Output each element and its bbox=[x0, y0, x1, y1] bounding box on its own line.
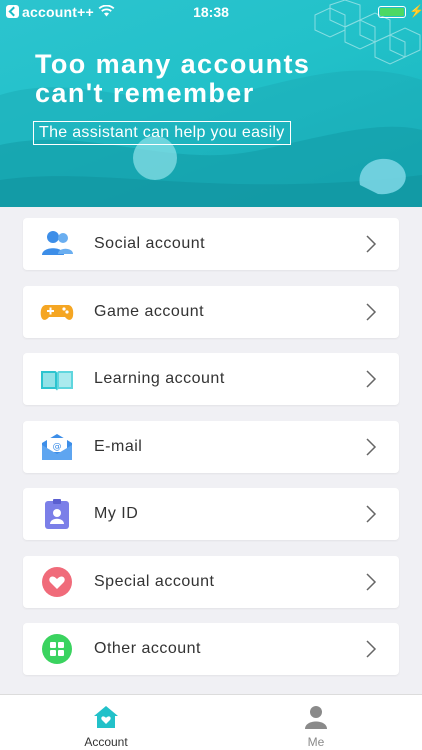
chevron-right-icon bbox=[366, 235, 377, 253]
header-banner: account++ 18:38 ⚡ Too many accounts can'… bbox=[0, 0, 422, 207]
heart-icon bbox=[42, 566, 72, 597]
people-icon bbox=[42, 231, 73, 255]
bottom-tab-bar: Account Me bbox=[0, 694, 422, 750]
account-category-list: Social account Game account Learning acc… bbox=[23, 218, 399, 691]
category-other-account[interactable]: Other account bbox=[23, 623, 399, 675]
tab-me[interactable]: Me bbox=[256, 695, 376, 750]
chevron-right-icon bbox=[366, 505, 377, 523]
status-time: 18:38 bbox=[193, 4, 229, 20]
battery-icon bbox=[378, 6, 406, 18]
tab-label: Account bbox=[84, 735, 128, 749]
chevron-right-icon bbox=[366, 572, 377, 591]
category-special-account[interactable]: Special account bbox=[23, 555, 399, 608]
id-badge-icon bbox=[45, 499, 69, 529]
category-label: Social account bbox=[94, 235, 206, 252]
tab-account[interactable]: Account bbox=[46, 695, 166, 750]
category-game-account[interactable]: Game account bbox=[23, 285, 399, 338]
banner-headline: Too many accounts can't remember bbox=[35, 50, 310, 108]
category-label: Special account bbox=[94, 572, 215, 590]
tab-label: Me bbox=[307, 735, 325, 749]
chevron-right-icon bbox=[366, 437, 377, 456]
book-icon bbox=[41, 371, 73, 391]
chevron-right-icon bbox=[366, 370, 377, 388]
category-learning-account[interactable]: Learning account bbox=[23, 353, 399, 405]
envelope-icon: @ bbox=[42, 433, 72, 460]
person-icon bbox=[305, 706, 327, 729]
category-label: Other account bbox=[94, 640, 201, 657]
category-label: Game account bbox=[94, 302, 205, 320]
svg-text:@: @ bbox=[53, 442, 62, 452]
category-label: My ID bbox=[94, 505, 139, 522]
category-social-account[interactable]: Social account bbox=[23, 218, 399, 270]
category-label: Learning account bbox=[94, 370, 225, 387]
headline-line-2: can't remember bbox=[35, 78, 255, 108]
category-email[interactable]: @ E-mail bbox=[23, 420, 399, 473]
chevron-right-icon bbox=[366, 640, 377, 658]
chevron-right-icon bbox=[366, 302, 377, 321]
status-bar: account++ 18:38 ⚡ bbox=[0, 0, 422, 24]
home-heart-icon bbox=[94, 706, 118, 728]
gamepad-icon bbox=[40, 304, 74, 320]
banner-tagline: The assistant can help you easily bbox=[33, 121, 291, 145]
charging-icon: ⚡ bbox=[409, 4, 422, 18]
category-label: E-mail bbox=[94, 437, 143, 455]
category-my-id[interactable]: My ID bbox=[23, 488, 399, 540]
grid-icon bbox=[42, 634, 72, 664]
headline-line-1: Too many accounts bbox=[35, 49, 311, 79]
